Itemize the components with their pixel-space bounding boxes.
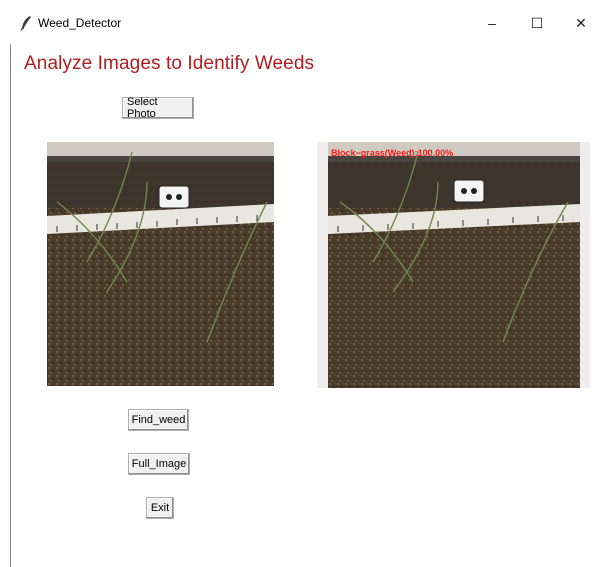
feather-icon <box>20 16 31 31</box>
result-photo-image <box>328 142 580 388</box>
result-photo: Block−grass(Weed):100.00% <box>317 142 590 388</box>
app-window: Weed_Detector – ☐ ✕ Analyze Images to Id… <box>0 0 604 567</box>
select-photo-button[interactable]: Select Photo <box>122 96 194 120</box>
window-title: Weed_Detector <box>38 16 122 30</box>
find-weed-button[interactable]: Find_weed <box>128 409 189 431</box>
input-photo <box>47 142 274 386</box>
full-image-button[interactable]: Full_Image <box>128 453 190 475</box>
page-heading: Analyze Images to Identify Weeds <box>24 53 315 74</box>
window-border <box>10 0 11 567</box>
exit-button[interactable]: Exit <box>146 497 174 519</box>
close-button[interactable]: ✕ <box>566 10 596 36</box>
maximize-button[interactable]: ☐ <box>522 10 552 36</box>
title-bar[interactable]: Weed_Detector – ☐ ✕ <box>0 0 604 44</box>
detection-label: Block−grass(Weed):100.00% <box>331 148 454 158</box>
input-photo-image <box>47 142 274 386</box>
minimize-button[interactable]: – <box>477 10 507 36</box>
